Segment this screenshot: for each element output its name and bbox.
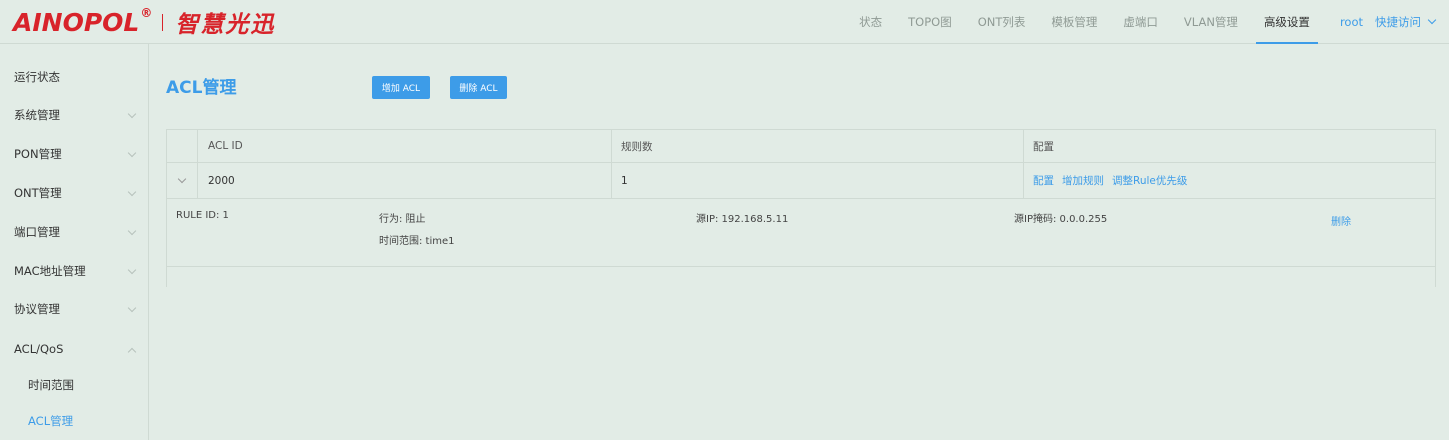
- sidebar-subitem-label: 时间范围: [28, 378, 74, 392]
- adjust-rule-priority-link[interactable]: 调整Rule优先级: [1112, 173, 1187, 188]
- logo-divider: [162, 13, 164, 31]
- sidebar-subitem-time-range[interactable]: 时间范围: [0, 366, 149, 404]
- sidebar-item-acl-qos[interactable]: ACL/QoS: [0, 330, 149, 368]
- sidebar-item-mac-management[interactable]: MAC地址管理: [0, 252, 149, 290]
- chevron-down-icon: [121, 264, 137, 278]
- sidebar-item-ont-management[interactable]: ONT管理: [0, 174, 149, 212]
- rule-source-ip: 源IP: 192.168.5.11: [696, 214, 789, 225]
- sidebar-item-label: ONT管理: [14, 186, 62, 200]
- nav-topo[interactable]: TOPO图: [908, 0, 952, 44]
- row-expand-toggle[interactable]: [177, 163, 187, 198]
- table-row: 2000 1 配置 增加规则 调整Rule优先级: [167, 163, 1435, 199]
- sidebar-item-label: PON管理: [14, 147, 62, 161]
- add-acl-button[interactable]: 增加 ACL: [372, 76, 430, 99]
- table-header-row: ACL ID 规则数 配置: [167, 130, 1435, 163]
- column-divider: [611, 163, 612, 198]
- delete-rule-link[interactable]: 删除: [1331, 213, 1351, 228]
- column-divider: [1023, 163, 1024, 198]
- rule-source-ip-mask: 源IP掩码: 0.0.0.255: [1014, 214, 1108, 225]
- sidebar-item-system-management[interactable]: 系统管理: [0, 96, 149, 134]
- chevron-down-icon: [1427, 15, 1437, 25]
- nav-virtual-port[interactable]: 虚端口: [1123, 0, 1158, 44]
- add-rule-link[interactable]: 增加规则: [1062, 173, 1104, 188]
- sidebar-item-label: MAC地址管理: [14, 264, 86, 278]
- sidebar: 运行状态 系统管理 PON管理 ONT管理 端口管理 MAC地址管理 协议管理 …: [0, 44, 149, 440]
- user-name[interactable]: root: [1340, 15, 1363, 29]
- chevron-down-icon: [121, 225, 137, 239]
- sidebar-item-protocol-management[interactable]: 协议管理: [0, 290, 149, 328]
- rule-time-range: 时间范围: time1: [379, 236, 455, 247]
- nav-vlan-management[interactable]: VLAN管理: [1184, 0, 1238, 44]
- column-divider: [611, 130, 612, 162]
- sidebar-item-pon-management[interactable]: PON管理: [0, 135, 149, 173]
- sidebar-item-running-status[interactable]: 运行状态: [0, 58, 149, 96]
- logo-brand: AINOPOL: [13, 7, 140, 37]
- logo-registered-mark: ®: [140, 6, 153, 20]
- quick-access-menu[interactable]: 快捷访问: [1375, 14, 1437, 30]
- nav-advanced-settings[interactable]: 高级设置: [1255, 0, 1318, 44]
- rule-detail-row: RULE ID: 1 行为: 阻止 时间范围: time1 源IP: 192.1…: [167, 199, 1435, 267]
- chevron-down-icon: [121, 108, 137, 122]
- top-nav: 状态 TOPO图 ONT列表 模板管理 虚端口 VLAN管理 高级设置 root…: [833, 0, 1437, 44]
- column-header-rule-count: 规则数: [621, 140, 653, 153]
- logo: AINOPOL ® 智慧光迅: [13, 6, 275, 38]
- sidebar-item-label: 系统管理: [14, 108, 60, 122]
- chevron-up-icon: [127, 342, 137, 357]
- chevron-down-icon: [121, 147, 137, 161]
- nav-status[interactable]: 状态: [859, 0, 882, 44]
- rule-action: 行为: 阻止: [379, 214, 426, 225]
- delete-acl-button[interactable]: 删除 ACL: [450, 76, 507, 99]
- acl-table: ACL ID 规则数 配置 2000 1 配置 增加规则 调整Rule优先级 R…: [166, 129, 1436, 287]
- sidebar-item-label: 端口管理: [14, 225, 60, 239]
- logo-chinese-name: 智慧光迅: [175, 11, 276, 38]
- nav-ont-list[interactable]: ONT列表: [978, 0, 1026, 44]
- rule-count-cell: 1: [621, 174, 628, 187]
- column-divider: [197, 130, 198, 162]
- chevron-down-icon: [177, 174, 187, 183]
- sidebar-subitem-label: ACL管理: [28, 414, 74, 428]
- column-divider: [1023, 130, 1024, 162]
- chevron-down-icon: [121, 186, 137, 200]
- sidebar-item-label: 协议管理: [14, 302, 60, 316]
- sidebar-item-port-management[interactable]: 端口管理: [0, 213, 149, 251]
- rule-id: RULE ID: 1: [176, 210, 229, 221]
- sidebar-item-label: 运行状态: [14, 70, 60, 84]
- sidebar-subitem-acl-management[interactable]: ACL管理: [0, 402, 149, 440]
- acl-id-cell: 2000: [208, 174, 235, 187]
- nav-template-management[interactable]: 模板管理: [1051, 0, 1097, 44]
- config-link[interactable]: 配置: [1033, 173, 1054, 188]
- sidebar-item-label: ACL/QoS: [14, 342, 64, 356]
- chevron-down-icon: [121, 302, 137, 316]
- quick-access-label: 快捷访问: [1375, 15, 1421, 29]
- column-divider: [197, 163, 198, 198]
- column-header-config: 配置: [1033, 140, 1054, 153]
- top-header: AINOPOL ® 智慧光迅 状态 TOPO图 ONT列表 模板管理 虚端口 V…: [0, 0, 1449, 44]
- column-header-acl-id: ACL ID: [208, 140, 243, 152]
- page-title: ACL管理: [166, 78, 237, 98]
- config-actions-cell: 配置 增加规则 调整Rule优先级: [1033, 163, 1195, 198]
